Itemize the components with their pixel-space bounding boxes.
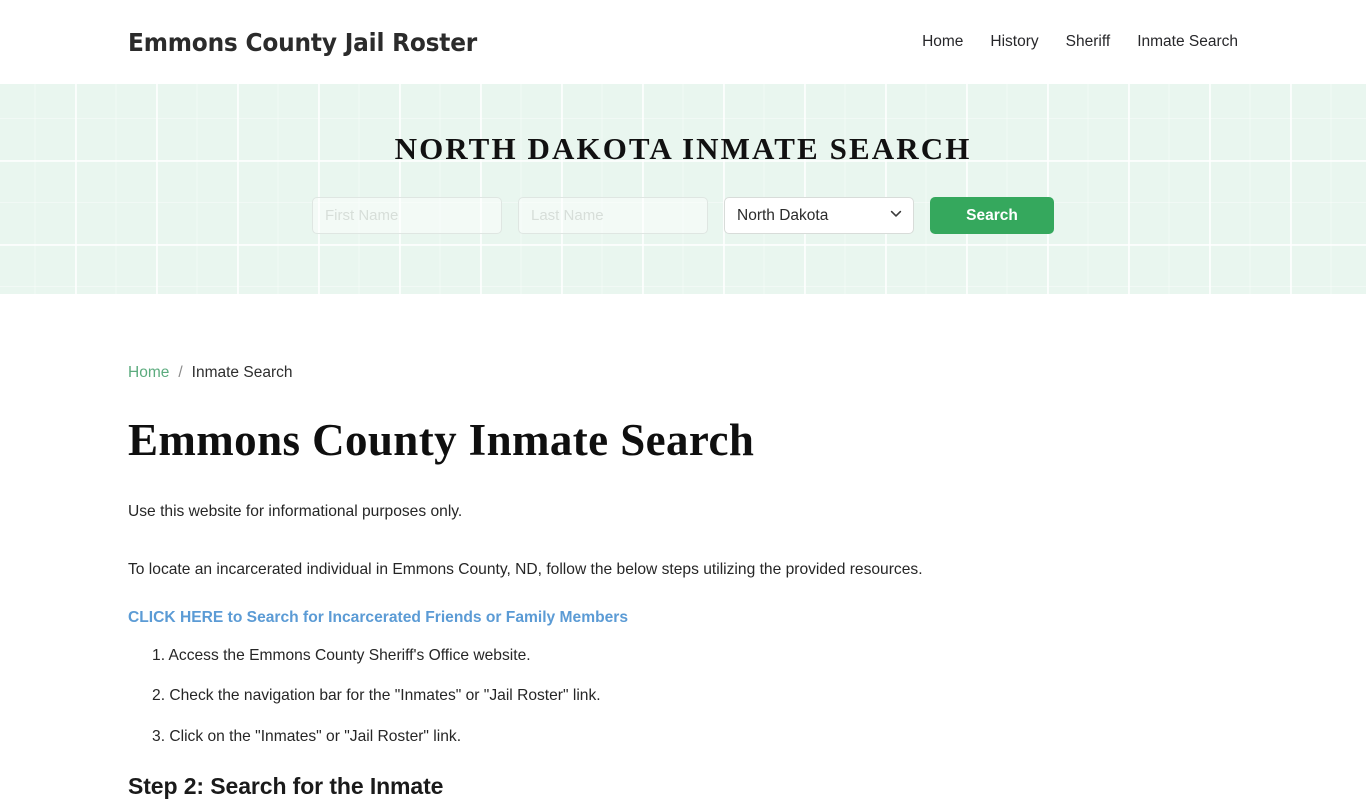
- main-navigation: Home History Sheriff Inmate Search: [922, 33, 1238, 51]
- hero-banner: NORTH DAKOTA INMATE SEARCH North Dakota …: [0, 84, 1366, 294]
- intro-paragraph-2: To locate an incarcerated individual in …: [128, 560, 923, 578]
- main-content: Home / Inmate Search Emmons County Inmat…: [0, 364, 1366, 800]
- nav-item-sheriff[interactable]: Sheriff: [1066, 33, 1111, 51]
- nav-item-history[interactable]: History: [990, 33, 1038, 51]
- site-brand-link[interactable]: Emmons County Jail Roster: [128, 28, 477, 57]
- site-header: Emmons County Jail Roster Home History S…: [0, 0, 1366, 84]
- first-name-input[interactable]: [312, 197, 502, 234]
- list-item: Access the Emmons County Sheriff's Offic…: [168, 646, 531, 664]
- breadcrumb-link-home[interactable]: Home: [128, 364, 169, 382]
- inmate-search-form: North Dakota Search: [312, 197, 1054, 234]
- list-item: Check the navigation bar for the "Inmate…: [169, 687, 601, 705]
- search-friends-family-link[interactable]: CLICK HERE to Search for Incarcerated Fr…: [128, 609, 628, 627]
- list-item: Click on the "Inmates" or "Jail Roster" …: [169, 727, 462, 745]
- section-heading-step-2: Step 2: Search for the Inmate: [128, 772, 444, 799]
- breadcrumb-current: Inmate Search: [191, 364, 293, 381]
- last-name-input[interactable]: [518, 197, 708, 234]
- intro-paragraph-1: Use this website for informational purpo…: [128, 502, 463, 520]
- page-title: Emmons County Inmate Search: [128, 415, 755, 465]
- hero-title: NORTH DAKOTA INMATE SEARCH: [394, 131, 972, 166]
- state-select-wrapper: North Dakota: [724, 197, 914, 234]
- state-select[interactable]: North Dakota: [724, 197, 914, 234]
- breadcrumb-separator: /: [178, 364, 183, 381]
- steps-list: Access the Emmons County Sheriff's Offic…: [128, 644, 1238, 748]
- nav-item-home[interactable]: Home: [922, 33, 963, 51]
- nav-item-inmate-search[interactable]: Inmate Search: [1137, 33, 1238, 51]
- search-button[interactable]: Search: [930, 197, 1054, 234]
- breadcrumb: Home / Inmate Search: [128, 364, 1238, 382]
